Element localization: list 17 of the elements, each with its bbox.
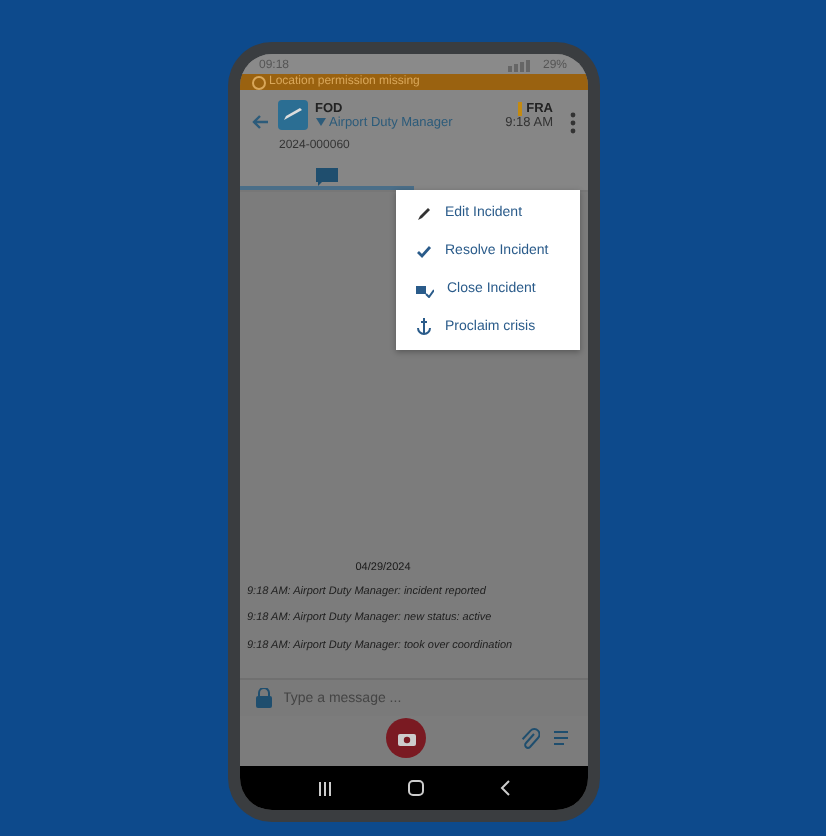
back-icon[interactable] [499,780,509,796]
recents-icon[interactable] [317,781,331,795]
back-arrow-icon[interactable] [251,113,269,129]
chat-tab[interactable] [239,166,413,190]
pencil-icon [415,205,431,221]
warning-icon [251,75,265,89]
caret-icon [315,118,325,126]
checkmark-icon [415,243,431,259]
more-menu-icon[interactable] [569,112,575,134]
list-icon[interactable] [553,730,567,746]
paperclip-icon[interactable] [519,727,539,749]
camera-icon [397,731,415,745]
anchor-icon [415,318,431,336]
home-icon[interactable] [407,780,423,796]
camera-button[interactable] [386,718,426,758]
lock-icon [255,688,271,708]
chat-icon [315,167,337,185]
